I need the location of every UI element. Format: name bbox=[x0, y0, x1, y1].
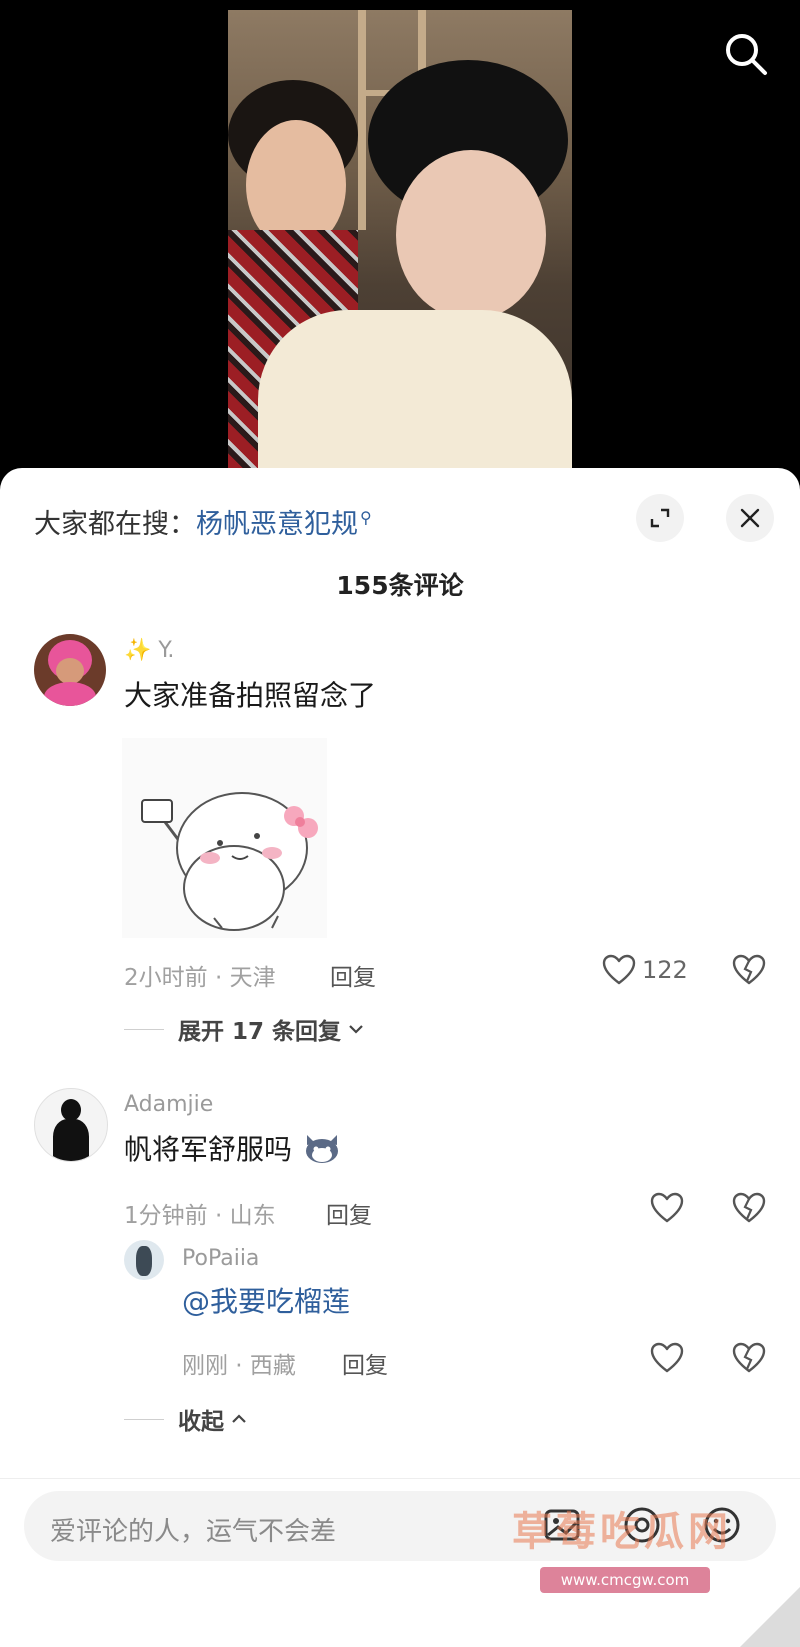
person-right-face bbox=[396, 150, 546, 320]
like-button[interactable] bbox=[650, 1192, 684, 1224]
collapse-replies-button[interactable]: 收起 bbox=[124, 1402, 248, 1436]
watermark-url: www.cmcgw.com bbox=[540, 1567, 710, 1593]
video-player[interactable] bbox=[0, 0, 800, 470]
username[interactable]: Adamjie bbox=[124, 1092, 213, 1117]
selfie-sticker-icon bbox=[141, 792, 318, 931]
comment-text: 大家准备拍照留念了 bbox=[124, 679, 377, 712]
cat-emoji-icon bbox=[305, 1135, 338, 1163]
chevron-up-icon bbox=[232, 1414, 246, 1423]
comment-input-placeholder: 爱评论的人，运气不会差 bbox=[50, 1517, 337, 1547]
divider-line bbox=[124, 1418, 164, 1420]
avatar[interactable] bbox=[124, 1240, 164, 1280]
heart-icon bbox=[650, 1192, 684, 1223]
avatar-figure bbox=[136, 1246, 152, 1276]
chevron-down-icon bbox=[349, 1025, 363, 1034]
close-icon bbox=[740, 508, 760, 528]
comment-meta: 刚刚 · 西藏 bbox=[182, 1353, 296, 1379]
avatar-face bbox=[56, 658, 84, 684]
close-button[interactable] bbox=[726, 494, 774, 542]
hot-search-prefix: 大家都在搜： bbox=[34, 509, 196, 540]
sticker-image[interactable] bbox=[122, 738, 327, 938]
like-button[interactable]: 122 bbox=[602, 954, 688, 986]
dislike-button[interactable] bbox=[732, 1192, 766, 1228]
person-right-shirt bbox=[258, 310, 572, 470]
avatar[interactable] bbox=[34, 634, 106, 706]
broken-heart-icon bbox=[732, 1342, 766, 1373]
comment-count: 155条评论 bbox=[336, 571, 464, 600]
search-button[interactable] bbox=[722, 30, 770, 78]
heart-icon bbox=[650, 1342, 684, 1373]
comment-sheet: 大家都在搜：杨帆恶意犯规 ⚲ 155条评论 ✨ Y. 大家准备拍照留念了 2小时… bbox=[0, 468, 800, 1646]
heart-icon bbox=[602, 954, 636, 985]
dislike-button[interactable] bbox=[732, 1342, 766, 1378]
username[interactable]: PoPaiia bbox=[182, 1246, 259, 1271]
hot-search-suggestion[interactable]: 大家都在搜：杨帆恶意犯规 ⚲ bbox=[34, 502, 372, 541]
avatar[interactable] bbox=[34, 1088, 108, 1162]
reply-button[interactable]: 回复 bbox=[342, 1346, 388, 1380]
like-button[interactable] bbox=[650, 1342, 684, 1374]
reply-button[interactable]: 回复 bbox=[330, 958, 376, 992]
expand-replies-label: 展开 17 条回复 bbox=[178, 1019, 342, 1045]
avatar-body bbox=[44, 682, 96, 706]
comment-text-content: 帆将军舒服吗 bbox=[124, 1133, 293, 1166]
reply-button[interactable]: 回复 bbox=[326, 1196, 372, 1230]
sheet-header: 大家都在搜：杨帆恶意犯规 ⚲ bbox=[0, 468, 800, 568]
comment-input-bar: 爱评论的人，运气不会差 草莓吃瓜网 www.cmcgw.com bbox=[0, 1478, 800, 1647]
comment-meta: 1分钟前 · 山东 bbox=[124, 1203, 276, 1229]
expand-fullscreen-button[interactable] bbox=[636, 494, 684, 542]
collapse-replies-label: 收起 bbox=[178, 1409, 224, 1435]
comment-text: 帆将军舒服吗 bbox=[124, 1128, 341, 1168]
broken-heart-icon bbox=[732, 1192, 766, 1223]
search-icon bbox=[726, 34, 767, 75]
dislike-button[interactable] bbox=[732, 954, 766, 990]
avatar-silhouette-body bbox=[53, 1119, 89, 1161]
divider-line bbox=[124, 1028, 164, 1030]
page-corner-fold bbox=[740, 1587, 800, 1647]
broken-heart-icon bbox=[732, 954, 766, 985]
avatar-silhouette-head bbox=[61, 1099, 81, 1121]
username[interactable]: ✨ Y. bbox=[124, 638, 174, 663]
search-small-icon: ⚲ bbox=[360, 508, 372, 527]
video-frame bbox=[228, 10, 572, 470]
comment-meta: 2小时前 · 天津 bbox=[124, 965, 276, 991]
watermark-logo-text: 草莓吃瓜网 bbox=[512, 1509, 732, 1555]
background-shelf bbox=[358, 10, 366, 230]
mention-link[interactable]: @我要吃榴莲 bbox=[182, 1280, 350, 1320]
expand-icon bbox=[650, 508, 670, 528]
like-count: 122 bbox=[642, 956, 688, 984]
hot-search-keyword[interactable]: 杨帆恶意犯规 bbox=[196, 509, 358, 540]
expand-replies-button[interactable]: 展开 17 条回复 bbox=[124, 1012, 365, 1046]
